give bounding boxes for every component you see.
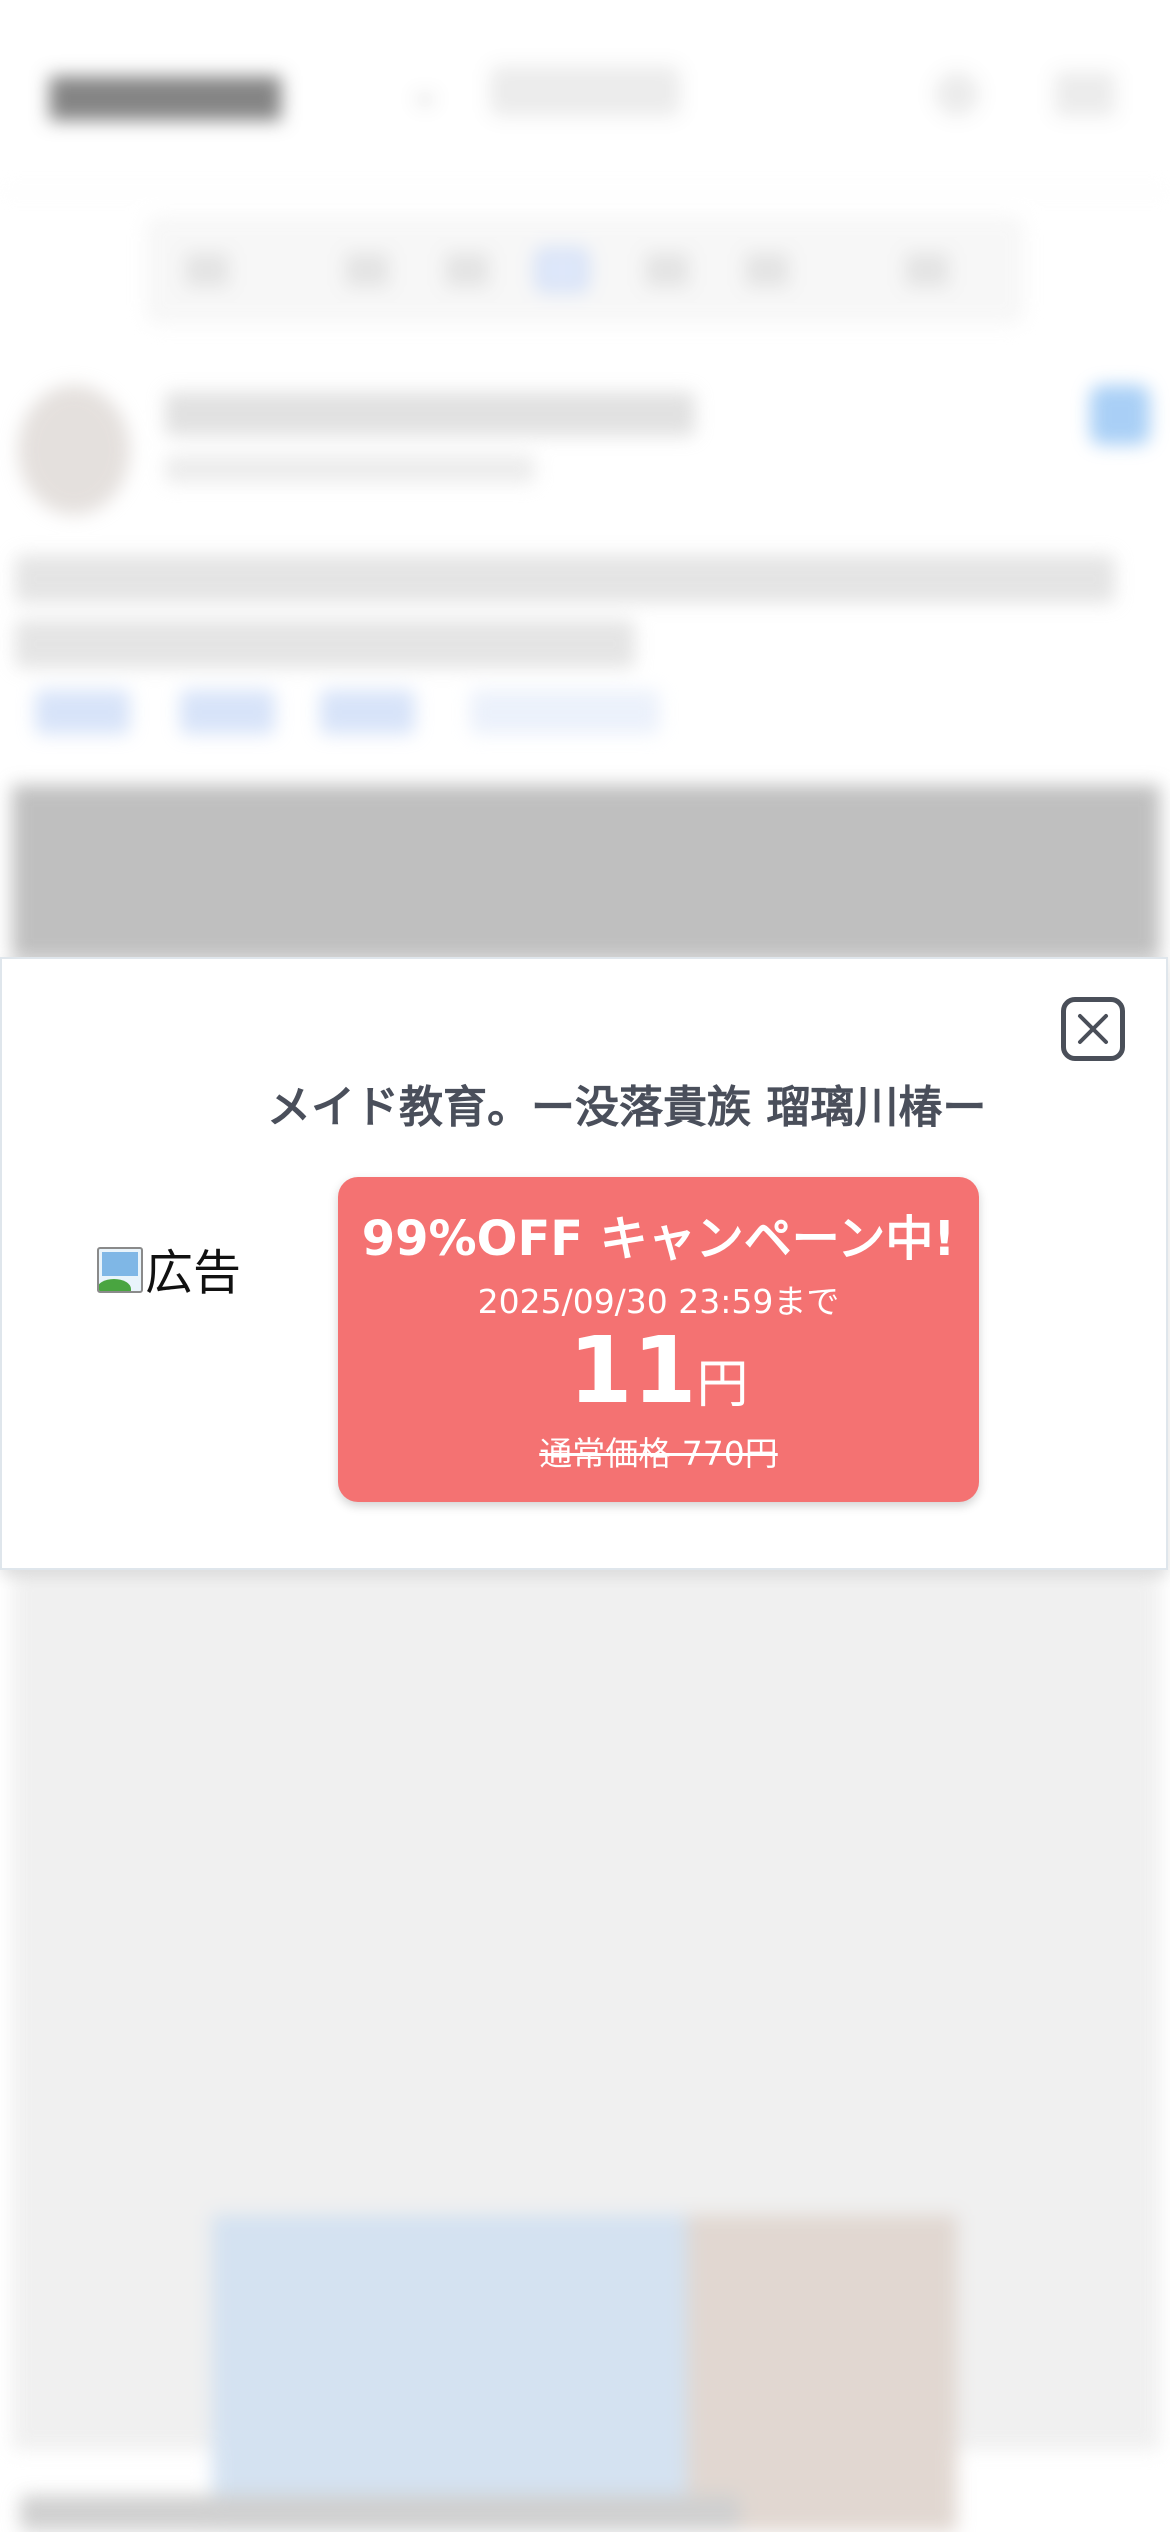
post-tag xyxy=(470,690,660,734)
manga-image xyxy=(12,1570,1160,2450)
chevron-down-icon: ⌄ xyxy=(410,72,441,113)
post-tag xyxy=(320,690,415,734)
promo-deadline: 2025/09/30 23:59まで xyxy=(477,1282,840,1321)
search-icon xyxy=(935,72,979,116)
post-text xyxy=(15,620,635,668)
pagination xyxy=(145,215,1025,325)
post-tag xyxy=(35,690,130,734)
menu-icon xyxy=(1055,72,1115,116)
close-button[interactable] xyxy=(1061,997,1125,1061)
promo-button[interactable]: 99%OFF キャンペーン中! 2025/09/30 23:59まで 11円 通… xyxy=(338,1177,979,1502)
broken-image-icon xyxy=(97,1247,143,1293)
promo-price-number: 11 xyxy=(568,1317,697,1424)
avatar xyxy=(18,385,130,515)
site-logo: ▆▆▆▆▆▆ xyxy=(50,62,281,120)
promo-headline: 99%OFF キャンペーン中! xyxy=(361,1211,956,1267)
search-box xyxy=(490,66,680,116)
promo-price-unit: 円 xyxy=(696,1355,749,1415)
page-button xyxy=(905,253,949,287)
page-button-active xyxy=(536,249,588,291)
close-icon xyxy=(1078,1014,1108,1044)
ad-title: メイド教育。ー没落貴族 瑠璃川椿ー xyxy=(267,1082,987,1133)
page-button xyxy=(745,253,789,287)
page-button xyxy=(645,253,689,287)
user-handle xyxy=(165,455,535,483)
page-button xyxy=(445,253,489,287)
site-header: ▆▆▆▆▆▆ ⌄ xyxy=(0,0,1170,192)
user-name xyxy=(165,392,695,436)
promo-price: 11円 xyxy=(338,1317,979,1424)
post-tag xyxy=(180,690,275,734)
ad-image-alt-text: 広告 xyxy=(145,1245,242,1301)
promo-regular-price: 通常価格 770円 xyxy=(539,1434,778,1473)
ad-popup: メイド教育。ー没落貴族 瑠璃川椿ー 広告 99%OFF キャンペーン中! 202… xyxy=(0,957,1168,1570)
verified-icon xyxy=(1090,385,1150,445)
manga-image xyxy=(12,785,1160,960)
page-button xyxy=(345,253,389,287)
bottom-ad-banner xyxy=(212,2215,957,2532)
bottom-text xyxy=(20,2495,740,2531)
page-button xyxy=(185,253,229,287)
post-text xyxy=(15,555,1115,603)
ad-image[interactable]: 広告 xyxy=(97,1239,241,1299)
